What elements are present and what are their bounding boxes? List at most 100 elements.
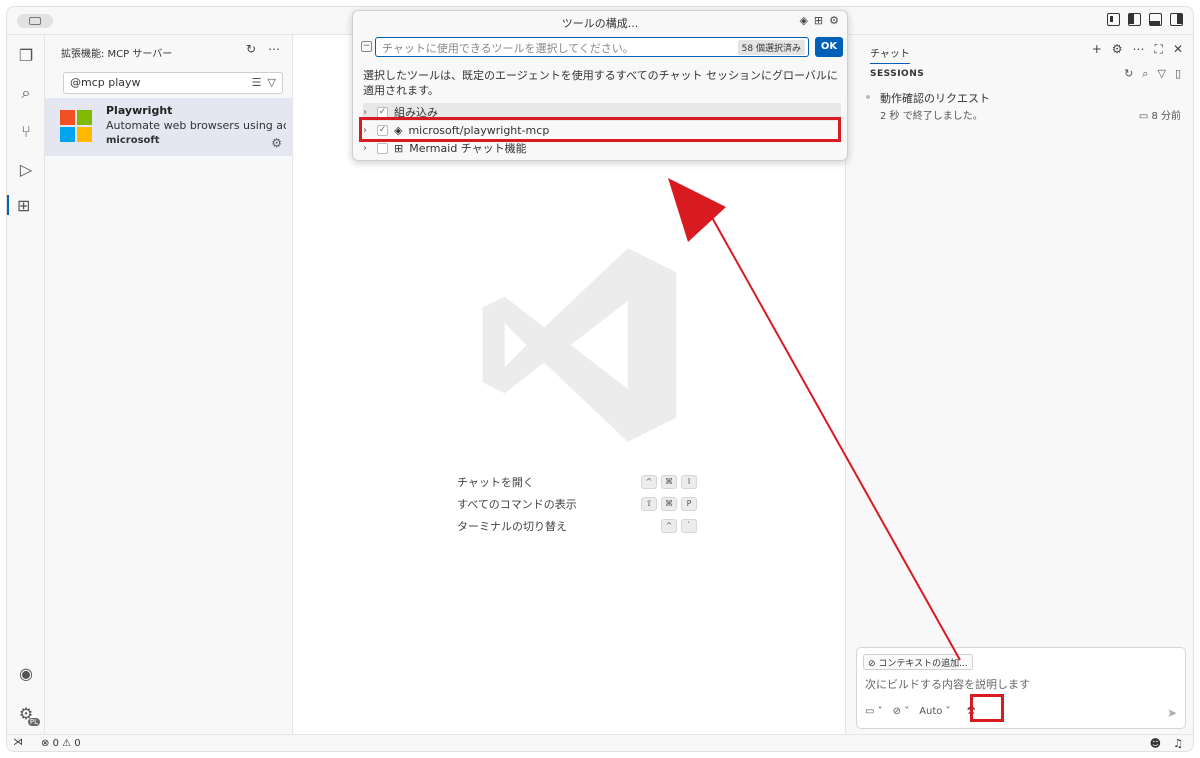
extensions-icon: ⊞ (394, 141, 404, 155)
account-icon[interactable]: ◉ (16, 663, 36, 683)
extension-search-input[interactable]: @mcp playw ☰ ▽ (63, 72, 283, 94)
chat-settings-icon[interactable]: ⚙ (1112, 42, 1123, 57)
add-context-button[interactable]: ⊘ コンテキストの追加... (863, 654, 973, 670)
status-bar: ⋊ ⊗ 0 ⚠ 0 ☻ ♫ (7, 734, 1193, 751)
highlight-box-playwright (359, 117, 841, 142)
more-actions-icon[interactable]: ⋯ (1133, 42, 1145, 57)
clear-filter-icon[interactable]: ☰ (252, 76, 262, 89)
selected-count-badge: 58 個選択済み (737, 40, 805, 55)
mode-dropdown[interactable]: Auto ˅ (919, 706, 950, 717)
extension-list-item[interactable]: Playwright Automate web browsers using a… (45, 98, 292, 156)
toggle-primary-sidebar-icon[interactable] (1128, 13, 1141, 26)
key-cap: ⇧ (641, 497, 657, 511)
shortcut-row: すべてのコマンドの表示 ⇧ ⌘ P (457, 493, 697, 515)
quickpick-title: ツールの構成... (561, 17, 639, 30)
key-cap: ⌘ (661, 497, 677, 511)
extensions-icon[interactable]: ⊞ (814, 14, 823, 27)
chat-panel: チャット + ⚙ ⋯ ⛶ ✕ SESSIONS ↻ ⌕ ▽ ▯ 動作確認のリクエ… (845, 35, 1193, 734)
checkbox-checked[interactable]: ✓ (377, 106, 388, 118)
gear-icon[interactable]: ⚙ (829, 14, 839, 27)
extensions-icon[interactable]: ⊞ (7, 195, 45, 215)
extension-description: Automate web browsers using ac... (106, 119, 286, 132)
sidebar-title: 拡張機能: MCP サーバー (61, 49, 173, 60)
toggle-secondary-sidebar-icon[interactable] (1170, 13, 1183, 26)
key-cap: ⌘ (661, 475, 677, 489)
profile-badge: PL (27, 718, 40, 726)
model-picker-icon[interactable]: ⊘ ˅ (893, 706, 910, 717)
microsoft-logo-icon (60, 110, 92, 142)
search-icon[interactable]: ⌕ (16, 83, 36, 103)
agent-mode-dropdown-icon[interactable]: ▭ ˅ (865, 706, 883, 717)
command-center-button[interactable] (17, 14, 53, 28)
sessions-title: SESSIONS (870, 69, 925, 79)
key-cap: P (681, 497, 697, 511)
send-icon[interactable]: ➤ (1167, 706, 1177, 720)
key-cap: ^ (641, 475, 657, 489)
ok-button[interactable]: OK (815, 37, 843, 57)
refresh-icon[interactable]: ↻ (1124, 67, 1133, 81)
tool-search-placeholder: チャットに使用できるツールを選択してください。 (382, 42, 634, 55)
tool-group-label: Mermaid チャット機能 (409, 142, 527, 155)
chat-input-toolbar: ▭ ˅ ⊘ ˅ Auto ˅ ⚒ (865, 706, 976, 717)
checkbox-unchecked[interactable] (377, 142, 388, 154)
highlight-box-tools-button (970, 694, 1004, 722)
layout-icon[interactable]: ▯ (1175, 67, 1181, 81)
search-icon[interactable]: ⌕ (1142, 67, 1148, 81)
close-icon[interactable]: ✕ (1173, 42, 1183, 57)
shortcut-row: チャットを開く ^ ⌘ I (457, 471, 697, 493)
tab-chat[interactable]: チャット (870, 45, 910, 64)
more-actions-icon[interactable]: ⋯ (268, 42, 280, 56)
extension-name: Playwright (106, 104, 173, 117)
run-debug-icon[interactable]: ▷ (16, 159, 36, 179)
layout-controls (1107, 13, 1183, 26)
session-time-label: 8 分前 (1151, 111, 1181, 122)
remote-icon[interactable]: ⋊ (13, 737, 23, 748)
status-bar-right: ☻ ♫ (1150, 737, 1183, 750)
shortcut-label: チャットを開く (457, 476, 534, 489)
refresh-icon[interactable]: ↻ (246, 42, 256, 56)
error-icon: ⊗ (41, 738, 50, 749)
extension-settings-gear-icon[interactable]: ⚙ (271, 136, 282, 150)
key-cap: ^ (661, 519, 677, 533)
quickpick-description: 選択したツールは、既定のエージェントを使用するすべてのチャット セッションにグロ… (363, 69, 838, 97)
key-cap: I (681, 475, 697, 489)
activity-bar: ❐ ⌕ ⑂ ▷ ⊞ ◉ ⚙ PL (7, 35, 45, 734)
customize-layout-icon[interactable] (1107, 13, 1120, 26)
warning-count: 0 (74, 738, 81, 749)
notifications-bell-icon[interactable]: ♫ (1173, 737, 1183, 750)
mode-label: Auto (919, 706, 943, 717)
chevron-right-icon[interactable]: › (363, 107, 371, 118)
source-control-icon[interactable]: ⑂ (16, 121, 36, 141)
toggle-panel-icon[interactable] (1149, 13, 1162, 26)
extension-publisher: microsoft (106, 135, 160, 146)
chat-actions: + ⚙ ⋯ ⛶ ✕ (1092, 42, 1183, 57)
vscode-watermark-icon (482, 248, 677, 442)
new-chat-icon[interactable]: + (1092, 42, 1102, 57)
session-status-dot (866, 95, 870, 99)
warning-icon: ⚠ (62, 738, 72, 749)
comment-icon: ▭ (1138, 111, 1149, 122)
attach-icon: ⊘ (868, 659, 876, 669)
session-time: ▭ 8 分前 (1139, 107, 1181, 122)
copilot-icon[interactable]: ☻ (1150, 737, 1161, 750)
shortcut-row: ターミナルの切り替え ^ ` (457, 515, 697, 537)
chat-input-box[interactable]: ⊘ コンテキストの追加... 次にビルドする内容を説明します ▭ ˅ ⊘ ˅ A… (856, 647, 1186, 729)
shortcut-label: すべてのコマンドの表示 (457, 498, 577, 511)
session-subtitle: 2 秒 で終了しました。 (880, 111, 983, 122)
error-count: 0 (52, 738, 59, 749)
explorer-icon[interactable]: ❐ (16, 45, 36, 65)
filter-icon[interactable]: ▽ (268, 76, 276, 89)
key-cap: ` (681, 519, 697, 533)
quickpick-title-actions: ◈ ⊞ ⚙ (799, 14, 839, 27)
sidebar-actions: ↻ ⋯ (246, 42, 280, 56)
maximize-icon[interactable]: ⛶ (1155, 42, 1163, 57)
mcp-icon[interactable]: ◈ (799, 14, 807, 27)
tool-search-input[interactable]: チャットに使用できるツールを選択してください。 58 個選択済み (375, 37, 809, 57)
manage-gear-icon[interactable]: ⚙ PL (16, 703, 40, 726)
filter-icon[interactable]: ▽ (1157, 67, 1165, 81)
toggle-all-checkbox[interactable]: − (361, 41, 372, 52)
session-title[interactable]: 動作確認のリクエスト (880, 90, 990, 106)
chevron-right-icon[interactable]: › (363, 143, 371, 154)
chat-input-placeholder[interactable]: 次にビルドする内容を説明します (865, 676, 1030, 692)
problems-indicator[interactable]: ⊗ 0 ⚠ 0 (41, 738, 81, 749)
